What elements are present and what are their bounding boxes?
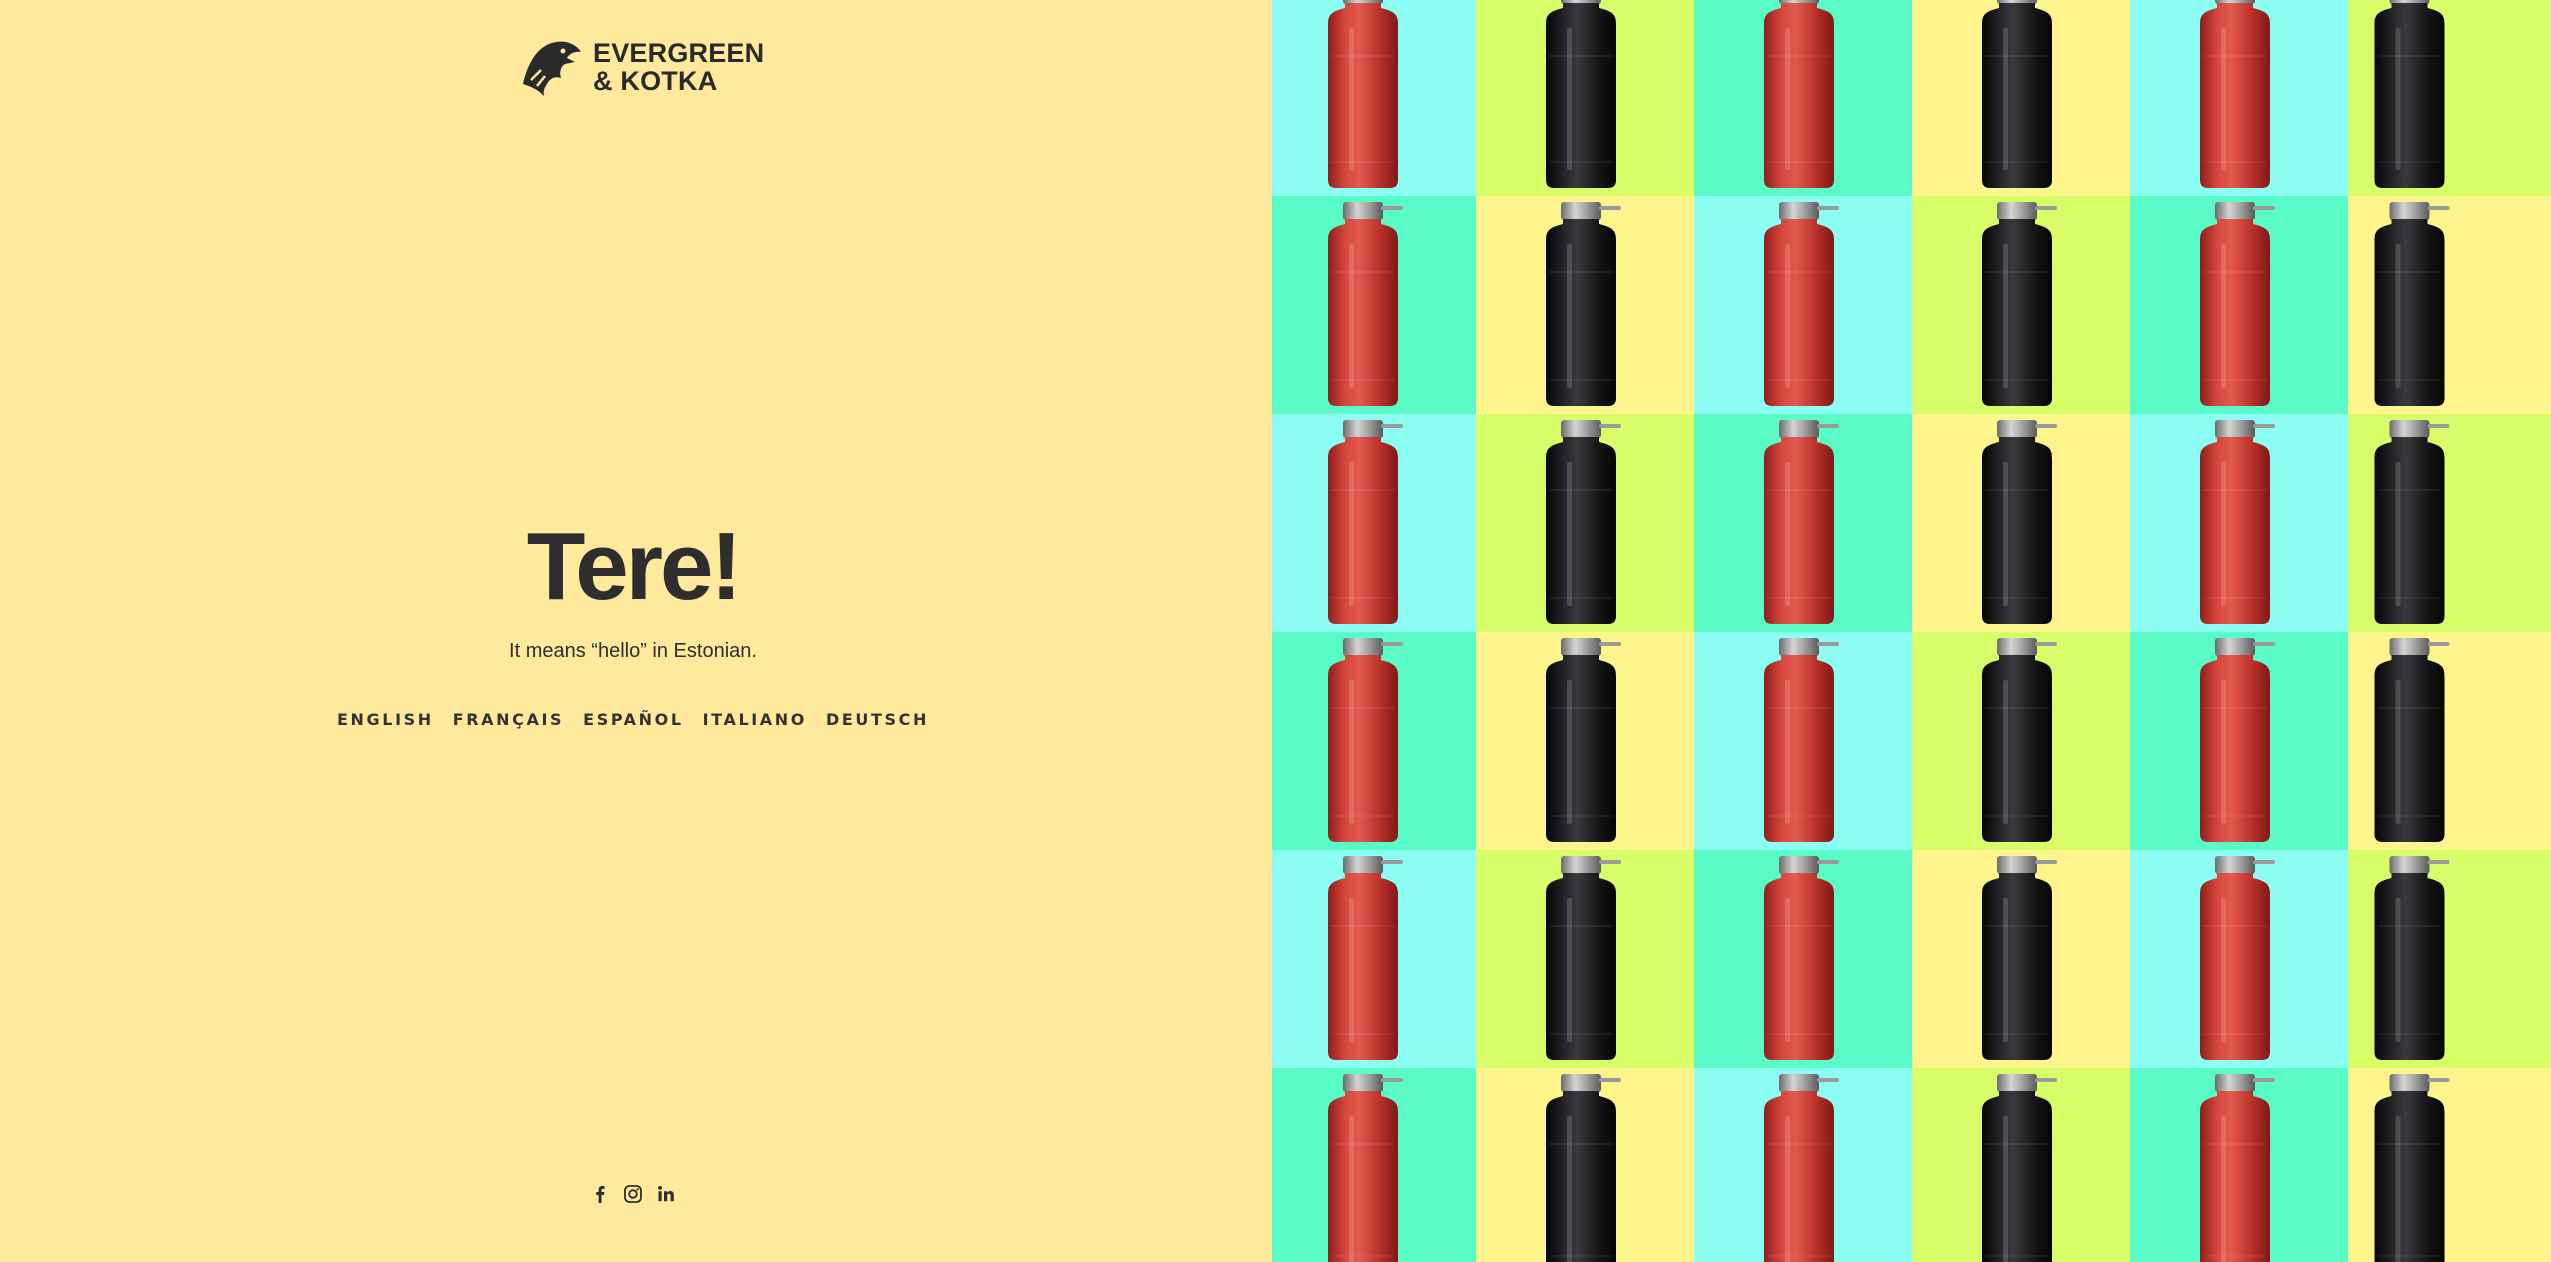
language-link-espanol[interactable]: ESPAÑOL <box>583 710 683 729</box>
red-bottle <box>1764 856 1839 1060</box>
black-bottle <box>1982 202 2057 406</box>
language-link-english[interactable]: ENGLISH <box>337 710 434 729</box>
product-grid <box>1272 0 2551 1262</box>
welcome-panel: EVERGREEN & KOTKA Tere! It means “hello”… <box>0 0 1272 1262</box>
black-bottle <box>1546 638 1621 842</box>
subheadline: It means “hello” in Estonian. <box>509 640 757 662</box>
red-bottle <box>1764 0 1834 188</box>
brand-wordmark: EVERGREEN & KOTKA <box>593 39 764 95</box>
black-bottle <box>2374 0 2445 188</box>
red-bottle <box>2200 202 2275 406</box>
black-bottle <box>2374 420 2450 624</box>
red-bottle <box>2200 638 2275 842</box>
facebook-icon[interactable] <box>590 1183 610 1205</box>
brand-line-1: EVERGREEN <box>593 38 765 68</box>
black-bottle <box>1546 202 1621 406</box>
black-bottle <box>1546 420 1621 624</box>
black-bottle <box>1546 856 1621 1060</box>
red-bottle <box>1328 856 1403 1060</box>
language-link-francais[interactable]: FRANÇAIS <box>453 710 564 729</box>
black-bottle <box>1546 0 1616 188</box>
social-links <box>0 1183 1266 1205</box>
linkedin-icon[interactable] <box>656 1183 676 1205</box>
black-bottle <box>1982 0 2052 188</box>
black-bottle <box>1982 856 2057 1060</box>
red-bottle <box>2200 856 2275 1060</box>
black-bottle <box>2374 1074 2450 1262</box>
red-bottle <box>1328 638 1403 842</box>
red-bottle <box>1764 202 1839 406</box>
black-bottle <box>1982 1074 2057 1262</box>
brand-logo[interactable]: EVERGREEN & KOTKA <box>517 36 764 98</box>
red-bottle <box>1328 0 1398 188</box>
red-bottle <box>1764 420 1839 624</box>
brand-line-2: & KOTKA <box>593 66 718 96</box>
black-bottle <box>1982 420 2057 624</box>
black-bottle <box>2374 638 2450 842</box>
black-bottle <box>1982 638 2057 842</box>
language-link-deutsch[interactable]: DEUTSCH <box>826 710 929 729</box>
eagle-icon <box>523 41 581 96</box>
headline: Tere! <box>526 513 743 620</box>
red-bottle <box>1328 420 1403 624</box>
red-bottle <box>1328 1074 1403 1262</box>
black-bottle <box>1546 1074 1621 1262</box>
red-bottle <box>2200 1074 2275 1262</box>
red-bottle <box>2200 0 2270 188</box>
red-bottle <box>1764 638 1839 842</box>
red-bottle <box>2200 420 2275 624</box>
instagram-icon[interactable] <box>623 1183 643 1205</box>
red-bottle <box>1328 202 1403 406</box>
language-selector: ENGLISH FRANÇAIS ESPAÑOL ITALIANO DEUTSC… <box>0 710 1266 729</box>
red-bottle <box>1764 1074 1839 1262</box>
bottle-tiles <box>1272 0 2551 1262</box>
language-link-italiano[interactable]: ITALIANO <box>703 710 807 729</box>
black-bottle <box>2374 202 2450 406</box>
black-bottle <box>2374 856 2450 1060</box>
